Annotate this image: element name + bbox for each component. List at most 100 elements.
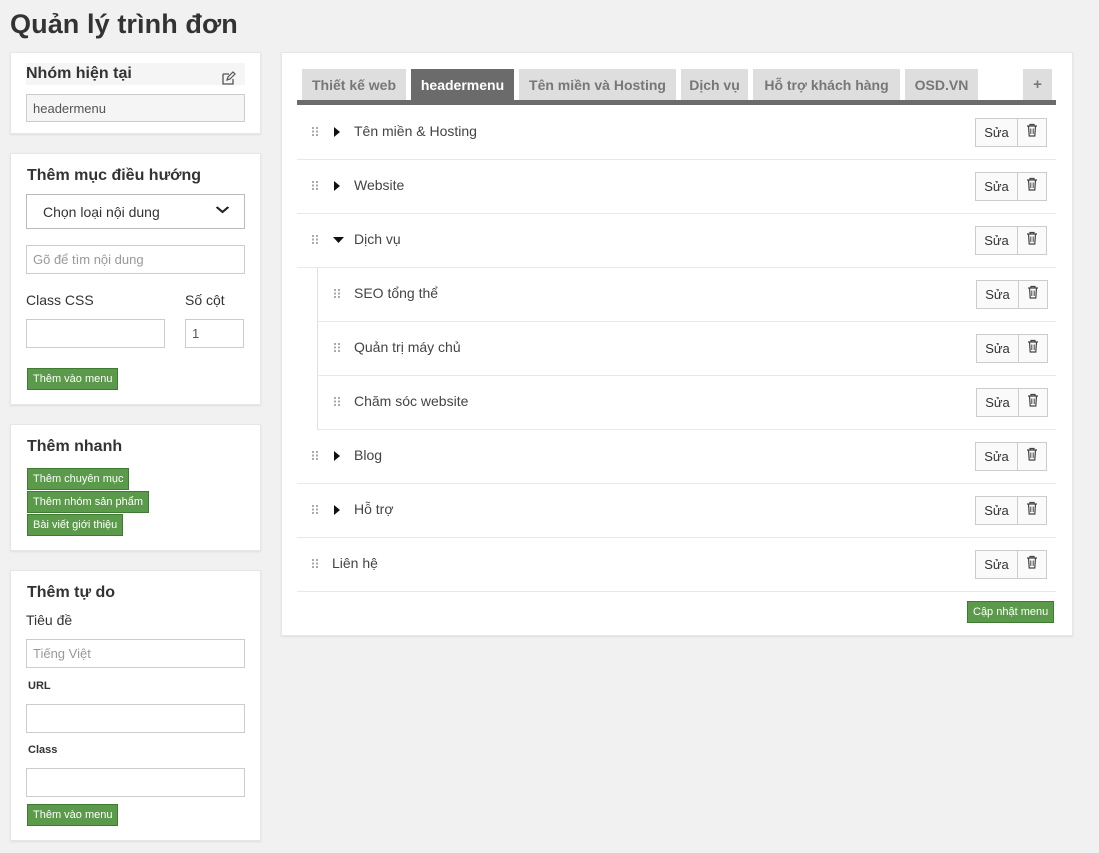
title-label: Tiêu đề <box>26 612 73 628</box>
menu-item-label: Hỗ trợ <box>354 501 394 517</box>
menu-item-label: SEO tổng thể <box>354 285 439 301</box>
tab-osd-vn[interactable]: OSD.VN <box>905 69 978 100</box>
edit-button[interactable]: Sửa <box>976 334 1019 363</box>
delete-button[interactable] <box>1019 280 1048 309</box>
edit-button[interactable]: Sửa <box>975 172 1018 201</box>
menu-item-label: Quản trị máy chủ <box>354 339 461 355</box>
columns-label: Số cột <box>185 292 225 308</box>
class-label: Class <box>28 744 58 756</box>
delete-button[interactable] <box>1018 118 1047 147</box>
add-nav-button[interactable]: Thêm vào menu <box>27 368 119 390</box>
columns-input[interactable]: 1 <box>185 319 244 348</box>
add-nav-title: Thêm mục điều hướng <box>27 167 202 184</box>
drag-handle-icon[interactable] <box>312 451 320 463</box>
menu-row-dich-vu[interactable]: Dịch vụ Sửa <box>297 214 1056 268</box>
menu-item-label: Dịch vụ <box>354 231 401 247</box>
menu-row-ten-mien-hosting[interactable]: Tên miền & Hosting Sửa <box>297 106 1056 160</box>
tab-thiet-ke-web[interactable]: Thiết kế web <box>302 69 406 100</box>
menu-item-label: Website <box>354 177 405 193</box>
tab-ho-tro-khach-hang[interactable]: Hỗ trợ khách hàng <box>753 69 900 100</box>
current-group-panel: Nhóm hiện tại headermenu <box>10 52 261 134</box>
current-group-field: headermenu <box>26 94 245 122</box>
trash-icon <box>1027 393 1039 412</box>
caret-right-icon[interactable] <box>333 450 340 464</box>
delete-button[interactable] <box>1018 442 1047 471</box>
edit-button[interactable]: Sửa <box>975 442 1018 471</box>
delete-button[interactable] <box>1018 172 1047 201</box>
tab-dich-vu[interactable]: Dịch vụ <box>681 69 748 100</box>
trash-icon <box>1027 285 1039 304</box>
title-placeholder: Tiếng Việt <box>33 646 91 661</box>
menu-row-seo-tong-the[interactable]: SEO tổng thể Sửa <box>317 268 1056 322</box>
delete-button[interactable] <box>1018 550 1047 579</box>
free-add-title: Thêm tự do <box>27 584 116 601</box>
drag-handle-icon[interactable] <box>334 397 342 409</box>
content-type-selected: Chọn loại nội dung <box>43 203 160 220</box>
caret-right-icon[interactable] <box>333 180 340 194</box>
delete-button[interactable] <box>1019 388 1048 417</box>
edit-button[interactable]: Sửa <box>975 496 1018 525</box>
css-class-label: Class CSS <box>26 292 94 308</box>
free-add-button[interactable]: Thêm vào menu <box>27 804 119 826</box>
drag-handle-icon[interactable] <box>334 289 342 301</box>
edit-button[interactable]: Sửa <box>975 118 1018 147</box>
menu-item-label: Tên miền & Hosting <box>354 123 477 139</box>
free-add-panel: Thêm tự do Tiêu đề Tiếng Việt URL Class … <box>10 570 261 841</box>
delete-button[interactable] <box>1018 496 1047 525</box>
caret-down-icon[interactable] <box>333 234 344 247</box>
content-search-placeholder: Gõ để tìm nội dung <box>33 252 144 267</box>
trash-icon <box>1026 501 1038 520</box>
page-title: Quản lý trình đơn <box>10 9 238 39</box>
menu-item-label: Blog <box>354 447 383 463</box>
edit-button[interactable]: Sửa <box>976 388 1019 417</box>
add-product-group-button[interactable]: Thêm nhóm sản phẩm <box>27 491 150 513</box>
menu-row-lien-he[interactable]: Liên hệ Sửa <box>297 538 1056 592</box>
add-nav-panel: Thêm mục điều hướng Chọn loại nội dung G… <box>10 153 261 405</box>
drag-handle-icon[interactable] <box>312 505 320 517</box>
edit-icon[interactable] <box>221 71 236 86</box>
menu-row-quan-tri-may-chu[interactable]: Quản trị máy chủ Sửa <box>317 322 1056 376</box>
trash-icon <box>1026 231 1038 250</box>
drag-handle-icon[interactable] <box>312 127 320 139</box>
add-tab-button[interactable]: + <box>1023 69 1052 100</box>
drag-handle-icon[interactable] <box>312 181 320 193</box>
caret-right-icon[interactable] <box>333 126 340 140</box>
url-input[interactable] <box>26 704 245 733</box>
menu-row-cham-soc-website[interactable]: Chăm sóc website Sửa <box>317 376 1056 430</box>
edit-button[interactable]: Sửa <box>975 226 1018 255</box>
delete-button[interactable] <box>1019 334 1048 363</box>
title-input[interactable]: Tiếng Việt <box>26 639 245 668</box>
menu-row-blog[interactable]: Blog Sửa <box>297 430 1056 484</box>
tab-ten-mien-hosting[interactable]: Tên miền và Hosting <box>519 69 676 100</box>
tab-bar-underline <box>297 100 1056 105</box>
menu-item-label: Liên hệ <box>332 555 378 571</box>
css-class-input[interactable] <box>26 319 165 348</box>
content-search-input[interactable]: Gõ để tìm nội dung <box>26 245 245 274</box>
class-input[interactable] <box>26 768 245 797</box>
caret-right-icon[interactable] <box>333 504 340 518</box>
trash-icon <box>1026 177 1038 196</box>
menu-row-ho-tro[interactable]: Hỗ trợ Sửa <box>297 484 1056 538</box>
edit-button[interactable]: Sửa <box>976 280 1019 309</box>
current-group-title: Nhóm hiện tại <box>26 65 132 82</box>
quick-add-title: Thêm nhanh <box>27 438 123 455</box>
menu-item-label: Chăm sóc website <box>354 393 469 409</box>
intro-article-button[interactable]: Bài viết giới thiệu <box>27 514 124 536</box>
quick-add-panel: Thêm nhanh Thêm chuyên mục Thêm nhóm sản… <box>10 424 261 551</box>
menu-row-website[interactable]: Website Sửa <box>297 160 1056 214</box>
drag-handle-icon[interactable] <box>312 559 320 571</box>
update-menu-button[interactable]: Cập nhật menu <box>967 601 1055 623</box>
url-label: URL <box>28 680 51 692</box>
trash-icon <box>1026 555 1038 574</box>
trash-icon <box>1026 447 1038 466</box>
tab-headermenu[interactable]: headermenu <box>411 69 514 100</box>
trash-icon <box>1027 339 1039 358</box>
chevron-down-icon <box>215 206 230 217</box>
drag-handle-icon[interactable] <box>312 235 320 247</box>
trash-icon <box>1026 123 1038 142</box>
edit-button[interactable]: Sửa <box>975 550 1018 579</box>
content-type-select[interactable]: Chọn loại nội dung <box>26 194 245 229</box>
drag-handle-icon[interactable] <box>334 343 342 355</box>
delete-button[interactable] <box>1018 226 1047 255</box>
add-category-button[interactable]: Thêm chuyên mục <box>27 468 130 490</box>
